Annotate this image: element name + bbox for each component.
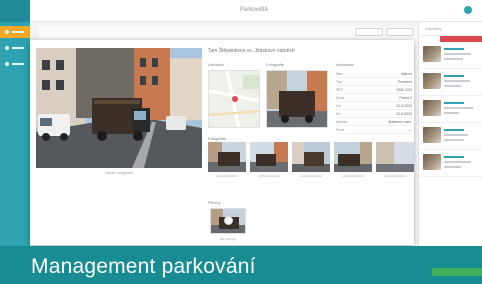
records-panel: Záznamy [418, 22, 482, 252]
gallery-item[interactable]: 12.5.2020 10:21 [208, 142, 246, 178]
list-item[interactable] [419, 96, 482, 123]
location-label: Umístění [208, 62, 225, 67]
filter-button[interactable] [355, 28, 383, 36]
gallery-item[interactable]: 12.5.2020 10:24 [376, 142, 414, 178]
detail-row: Typ Povolení [336, 78, 412, 86]
record-thumbnail [423, 100, 441, 116]
attachment-caption: foto_001.jpg [219, 237, 237, 241]
photo-caption: Detail fotografie [104, 170, 133, 175]
map-pin-icon [232, 96, 238, 102]
gallery-item[interactable]: 12.5.2020 10:23 [334, 142, 372, 178]
sidebar-item-parking[interactable] [0, 26, 30, 38]
list-item[interactable] [419, 69, 482, 96]
detail-row: Stav Aktivní [336, 70, 412, 78]
export-button[interactable] [386, 28, 414, 36]
detail-row: SPZ 2AB 1234 [336, 86, 412, 94]
confirm-button[interactable] [432, 268, 482, 276]
attachments-label: Přílohy [208, 200, 221, 205]
sidebar [0, 0, 30, 284]
detail-row: Do 12.6.2020 [336, 110, 412, 118]
record-thumbnail [423, 127, 441, 143]
sidebar-item-map[interactable] [0, 42, 30, 54]
details-table: Stav Aktivní Typ Povolení SPZ 2AB 1234 Zóna… [336, 70, 412, 134]
parking-icon [5, 30, 9, 34]
record-thumbnail [423, 154, 441, 170]
list-item[interactable] [419, 123, 482, 150]
detail-row: Pozn. — [336, 126, 412, 134]
alert-tab[interactable] [440, 36, 482, 42]
location-map[interactable] [208, 70, 260, 128]
sidebar-item-list[interactable] [0, 58, 30, 70]
list-item[interactable] [419, 150, 482, 177]
gallery-item[interactable]: 12.5.2020 10:22 [250, 142, 288, 178]
app-logo[interactable] [0, 0, 30, 22]
photo-label: Fotografie [266, 62, 285, 67]
details-label: Informace [336, 62, 354, 67]
record-detail-modal: Detail fotografie Tam Štěpánkova vs. Jir… [30, 40, 414, 245]
user-avatar-icon[interactable] [464, 6, 472, 14]
photo-gallery: 12.5.2020 10:21 12.5.2020 10:22 12.5.202… [208, 142, 414, 184]
banner-title: Management parkování [31, 255, 256, 278]
modal-title: Tam Štěpánkova vs. Jiráskovo náměstí [208, 48, 295, 54]
photo-thumbnail[interactable] [266, 70, 328, 128]
detail-row: Od 12.5.2020 [336, 102, 412, 110]
chevron-right-icon[interactable]: › [412, 154, 414, 160]
detail-row: Zóna Praha 2 [336, 94, 412, 102]
record-thumbnail [423, 73, 441, 89]
page-toolbar [355, 28, 414, 36]
top-bar: Parkoviště [30, 0, 482, 22]
gallery-item[interactable]: 12.5.2020 10:22 [292, 142, 330, 178]
detail-row: Adresa Jiráskovo nám. [336, 118, 412, 126]
main-photo[interactable] [36, 48, 202, 168]
street-photo [36, 48, 202, 168]
record-thumbnail [423, 46, 441, 62]
records-panel-header: Záznamy [419, 22, 482, 36]
upload-icon[interactable] [225, 217, 232, 224]
list-item[interactable] [419, 42, 482, 69]
list-icon [5, 62, 9, 66]
app-title: Parkoviště [240, 7, 269, 13]
map-icon [5, 46, 9, 50]
gallery-label: Fotografie [208, 136, 227, 141]
